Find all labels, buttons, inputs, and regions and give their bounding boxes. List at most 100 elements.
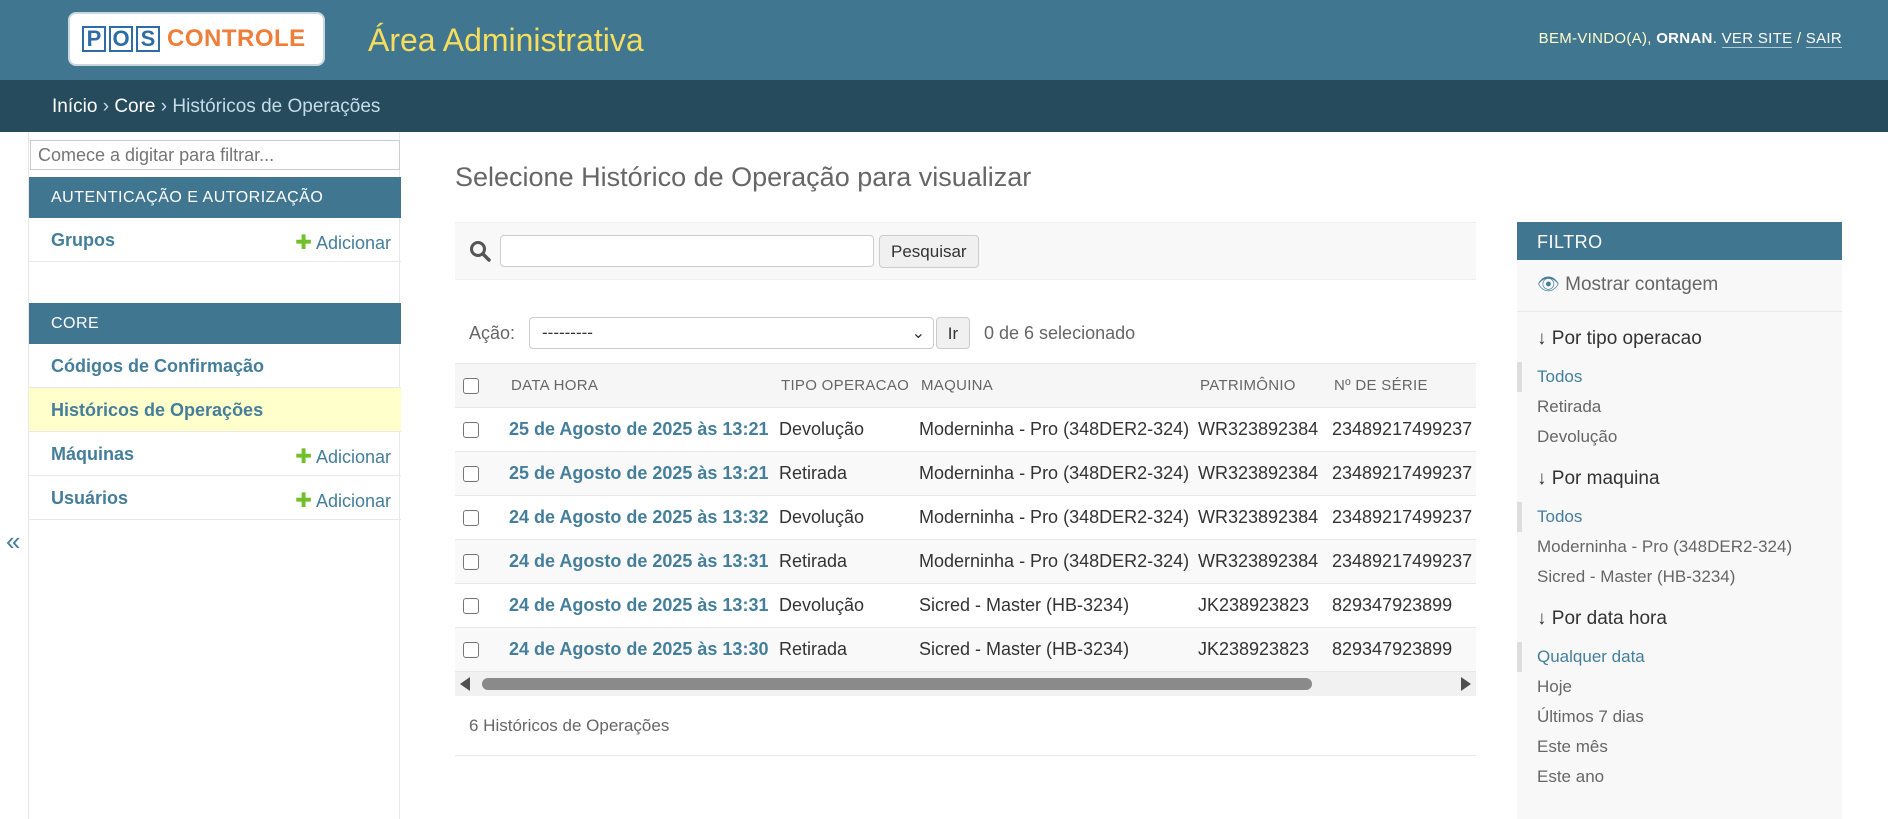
breadcrumb-sep: ›	[155, 96, 173, 117]
maquina-cell: Moderninha - Pro (348DER2-324)	[913, 495, 1192, 540]
page-title: Selecione Histórico de Operação para vis…	[455, 162, 1032, 192]
user-tools: BEM-VINDO(A), ORNAN. VER SITE / SAIR	[1538, 30, 1842, 48]
date-link[interactable]: 24 de Agosto de 2025 às 13:31	[503, 583, 773, 628]
filter-option[interactable]: Este mês	[1517, 732, 1842, 762]
column-header[interactable]: PATRIMÔNIO	[1192, 363, 1326, 408]
select-all-cell	[455, 363, 503, 408]
site-title[interactable]: Área Administrativa	[368, 22, 644, 59]
filter-option[interactable]: Últimos 7 dias	[1517, 702, 1842, 732]
serie-cell: 23489217499237	[1326, 495, 1476, 540]
column-header[interactable]: TIPO OPERACAO	[773, 363, 913, 408]
action-select[interactable]: --------- ⌄	[529, 317, 934, 349]
patrimonio-cell: WR323892384	[1192, 495, 1326, 540]
row-select-cell	[455, 539, 503, 584]
row-checkbox[interactable]	[463, 510, 479, 527]
welcome-text: BEM-VINDO(A),	[1538, 30, 1657, 47]
filter-option[interactable]: Todos	[1517, 362, 1842, 392]
column-header[interactable]: DATA HORA	[503, 363, 773, 408]
sidebar-item-grupos: Grupos ✚ Adicionar	[29, 218, 401, 262]
add-maquina-link[interactable]: ✚ Adicionar	[295, 444, 391, 469]
show-counts-label: Mostrar contagem	[1565, 274, 1719, 295]
filter-panel: FILTRO 👁 Mostrar contagem ↓ Por tipo ope…	[1517, 222, 1842, 819]
sidebar-item-label[interactable]: Grupos	[51, 230, 115, 250]
maquina-cell: Sicred - Master (HB-3234)	[913, 627, 1192, 672]
table-row: 24 de Agosto de 2025 às 13:31 Retirada Mod…	[455, 539, 1476, 584]
filter-groups: ↓ Por tipo operacao Todos Retirada Devoluçã…	[1517, 328, 1842, 792]
sidebar-item-label[interactable]: Códigos de Confirmação	[51, 356, 264, 376]
date-link[interactable]: 24 de Agosto de 2025 às 13:30	[503, 627, 773, 672]
row-checkbox[interactable]	[463, 466, 479, 483]
view-site-link[interactable]: VER SITE	[1721, 30, 1793, 48]
tipo-cell: Retirada	[773, 539, 913, 584]
serie-cell: 829347923899	[1326, 627, 1476, 672]
scroll-right-icon[interactable]	[1461, 677, 1471, 691]
row-checkbox[interactable]	[463, 422, 479, 439]
patrimonio-cell: WR323892384	[1192, 539, 1326, 584]
selection-counter: 0 de 6 selecionado	[984, 323, 1136, 343]
filter-option[interactable]: Este ano	[1517, 762, 1842, 792]
horizontal-scrollbar[interactable]	[455, 672, 1476, 696]
toggle-sidebar-button[interactable]: «	[6, 526, 20, 557]
action-label: Ação:	[469, 323, 516, 343]
filter-option[interactable]: Todos	[1517, 502, 1842, 532]
logo-letter-p: P	[82, 26, 106, 52]
username: ORNAN	[1656, 30, 1713, 47]
logo-text: CONTROLE	[167, 25, 306, 52]
date-link[interactable]: 25 de Agosto de 2025 às 13:21	[503, 407, 773, 452]
breadcrumb-home[interactable]: Início	[52, 96, 97, 117]
breadcrumb: Início › Core › Históricos de Operações	[0, 80, 1888, 132]
header: POS CONTROLE Área Administrativa BEM-VIN…	[0, 0, 1888, 80]
filter-option[interactable]: Hoje	[1517, 672, 1842, 702]
patrimonio-cell: WR323892384	[1192, 407, 1326, 452]
date-link[interactable]: 24 de Agosto de 2025 às 13:32	[503, 495, 773, 540]
search-button[interactable]: Pesquisar	[879, 235, 979, 268]
date-link[interactable]: 25 de Agosto de 2025 às 13:21	[503, 451, 773, 496]
table-header-row: DATA HORA TIPO OPERACAO MAQUINA PATRIMÔN…	[455, 363, 1476, 408]
row-checkbox[interactable]	[463, 598, 479, 615]
filter-option[interactable]: Qualquer data	[1517, 642, 1842, 672]
add-grupo-link[interactable]: ✚ Adicionar	[295, 230, 391, 255]
search-input[interactable]	[500, 235, 874, 267]
row-select-cell	[455, 627, 503, 672]
scroll-left-icon[interactable]	[460, 677, 470, 691]
select-all-checkbox[interactable]	[463, 378, 479, 395]
sidebar-item-label[interactable]: Usuários	[51, 488, 128, 508]
sidebar-item-codigos: Códigos de Confirmação	[29, 344, 401, 388]
sidebar-item-label[interactable]: Históricos de Operações	[51, 400, 263, 420]
paginator: 6 Históricos de Operações	[455, 704, 1476, 756]
add-label: Adicionar	[315, 447, 391, 467]
filter-option[interactable]: Retirada	[1517, 392, 1842, 422]
row-select-cell	[455, 495, 503, 540]
filter-group-title: ↓ Por tipo operacao	[1537, 328, 1702, 349]
sidebar-item-label[interactable]: Máquinas	[51, 444, 134, 464]
pos-controle-logo[interactable]: POS CONTROLE	[70, 14, 323, 64]
tipo-cell: Retirada	[773, 451, 913, 496]
add-label: Adicionar	[315, 491, 391, 511]
filter-option[interactable]: Moderninha - Pro (348DER2-324)	[1517, 532, 1842, 562]
module-caption-core[interactable]: CORE	[29, 303, 401, 344]
breadcrumb-app[interactable]: Core	[114, 96, 155, 117]
logout-link[interactable]: SAIR	[1805, 30, 1842, 48]
user-tools-separator: /	[1792, 30, 1806, 47]
tipo-cell: Devolução	[773, 583, 913, 628]
row-select-cell	[455, 407, 503, 452]
filter-option[interactable]: Devolução	[1517, 422, 1842, 452]
column-header[interactable]: MAQUINA	[913, 363, 1192, 408]
actions-bar: Ação: --------- ⌄ Ir 0 de 6 selecionado	[455, 313, 1476, 363]
date-link[interactable]: 24 de Agosto de 2025 às 13:31	[503, 539, 773, 584]
row-checkbox[interactable]	[463, 554, 479, 571]
go-button[interactable]: Ir	[936, 317, 970, 349]
table-row: 24 de Agosto de 2025 às 13:30 Retirada Sic…	[455, 627, 1476, 672]
scrollbar-thumb[interactable]	[482, 678, 1312, 690]
nav-sidebar: AUTENTICAÇÃO E AUTORIZAÇÃO Grupos ✚Adici…	[28, 132, 401, 819]
maquina-cell: Sicred - Master (HB-3234)	[913, 583, 1192, 628]
show-counts-link[interactable]: 👁 Mostrar contagem	[1517, 260, 1842, 312]
sidebar-filter-input[interactable]	[30, 140, 400, 170]
row-checkbox[interactable]	[463, 642, 479, 659]
add-usuario-link[interactable]: ✚ Adicionar	[295, 488, 391, 513]
action-select-value: ---------	[542, 323, 593, 342]
column-header[interactable]: Nº DE SÉRIE	[1326, 363, 1476, 408]
module-caption-auth[interactable]: AUTENTICAÇÃO E AUTORIZAÇÃO	[29, 177, 401, 218]
filter-option[interactable]: Sicred - Master (HB-3234)	[1517, 562, 1842, 592]
patrimonio-cell: JK238923823	[1192, 583, 1326, 628]
